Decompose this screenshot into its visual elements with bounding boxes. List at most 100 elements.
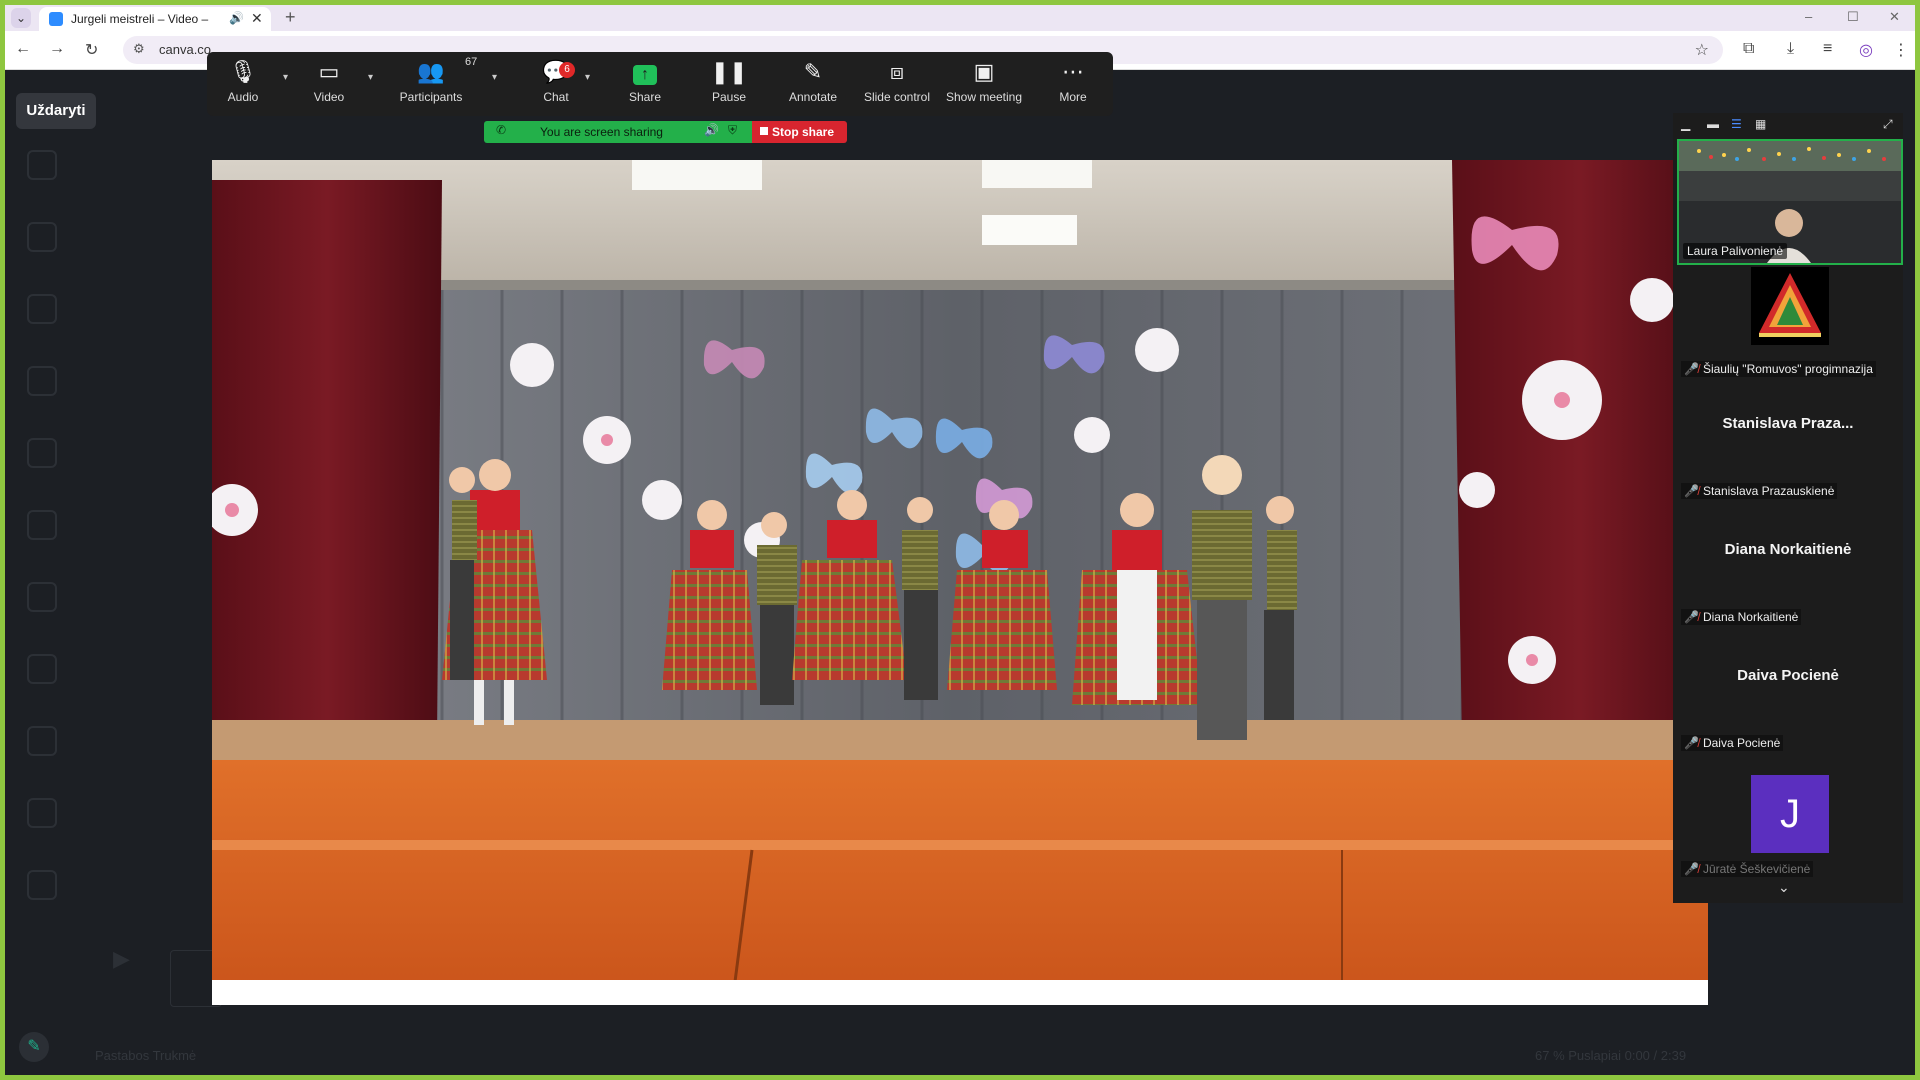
reload-icon[interactable]: ↻ <box>85 40 98 60</box>
video-button[interactable]: ▭ Video <box>289 58 369 110</box>
participants-video-panel: ▁ ▬ ☰ ▦ ⤢ Laura Palivonienė 🎤̸ Šiaulių "… <box>1673 113 1903 903</box>
audio-label: Audio <box>227 90 259 104</box>
security-shield-icon[interactable]: ⛨ <box>728 123 737 138</box>
download-icon[interactable]: ⤓ <box>1787 40 1794 58</box>
audio-icon[interactable] <box>27 870 57 900</box>
video-options-chevron-icon[interactable]: ▾ <box>368 72 373 83</box>
phone-icon: ✆ <box>496 123 507 137</box>
maximize-button[interactable]: ☐ <box>1847 9 1859 25</box>
design-icon[interactable] <box>27 150 57 180</box>
tab-list-chevron-icon[interactable]: ⌄ <box>11 8 31 28</box>
new-tab-button[interactable]: + <box>285 7 296 28</box>
audio-options-chevron-icon[interactable]: ▾ <box>283 72 288 83</box>
participant-avatar: J <box>1751 775 1829 853</box>
participant-name: Laura Palivonienė <box>1683 243 1788 259</box>
share-screen-icon: ↑ <box>633 65 657 85</box>
sharing-status-text: You are screen sharing <box>540 125 663 139</box>
chat-button[interactable]: 💬 Chat <box>516 58 596 110</box>
slide-control-icon: ⧈ <box>890 59 904 84</box>
screen-frame: ⌄ Jurgeli meistreli – Video – ... 🔊 ✕ + … <box>5 5 1915 1075</box>
gallery-view-icon[interactable]: ▦ <box>1755 117 1766 131</box>
shared-video <box>212 160 1708 1005</box>
minimize-button[interactable]: – <box>1805 9 1812 24</box>
pencil-icon: ✎ <box>803 59 823 84</box>
apps-icon[interactable] <box>27 654 57 684</box>
strip-view-icon[interactable]: ☰ <box>1731 117 1742 131</box>
media-control-icon[interactable]: ≡ <box>1823 40 1832 58</box>
chat-options-chevron-icon[interactable]: ▾ <box>585 72 590 83</box>
expand-panel-icon[interactable]: ⤢ <box>1883 117 1893 132</box>
participants-icon: 👥 <box>417 59 445 84</box>
muted-mic-icon: 🎤̸ <box>1684 862 1699 876</box>
participant-name: 🎤̸ Šiaulių "Romuvos" progimnazija <box>1681 361 1876 377</box>
minimize-panel-icon[interactable]: ▁ <box>1681 117 1690 131</box>
zoom-favicon-icon <box>49 12 63 26</box>
elements-icon[interactable] <box>27 222 57 252</box>
close-presentation-button[interactable]: Uždaryti <box>16 93 96 129</box>
more-label: More <box>1059 90 1087 104</box>
participants-button[interactable]: 👥 Participants <box>391 58 471 110</box>
projects-icon[interactable] <box>27 582 57 612</box>
stop-share-button[interactable]: Stop share <box>752 121 847 143</box>
canva-notes-duration[interactable]: Pastabos Trukmė <box>95 1048 196 1063</box>
tab-title: Jurgeli meistreli – Video – ... <box>71 12 211 26</box>
zoom-meeting-toolbar: 🎙 Audio ▾ ▭ Video ▾ 👥 Participants 67 ▾ … <box>207 52 1113 116</box>
profile-avatar-icon[interactable]: ◎ <box>1859 40 1873 60</box>
show-meeting-icon: ▣ <box>973 59 995 84</box>
browser-tab[interactable]: Jurgeli meistreli – Video – ... 🔊 ✕ <box>39 7 271 31</box>
annotate-button[interactable]: ✎ Annotate <box>773 58 853 110</box>
slide-control-label: Slide control <box>863 90 931 104</box>
stop-share-label: Stop share <box>772 125 835 139</box>
scroll-down-chevron-icon[interactable]: ⌄ <box>1778 879 1790 896</box>
participants-options-chevron-icon[interactable]: ▾ <box>492 72 497 83</box>
timeline-play-icon[interactable]: ▶ <box>113 946 130 972</box>
participant-name: 🎤̸ Daiva Pocienė <box>1681 735 1784 751</box>
show-meeting-button[interactable]: ▣ Show meeting <box>944 58 1024 110</box>
participant-display-name: Daiva Pocienė <box>1737 667 1839 684</box>
close-window-button[interactable]: ✕ <box>1889 9 1900 25</box>
site-info-icon[interactable]: ⚙ <box>133 41 145 57</box>
bookmark-star-icon[interactable]: ☆ <box>1695 40 1709 60</box>
forward-arrow-icon[interactable]: → <box>49 40 65 58</box>
text-icon[interactable] <box>27 294 57 324</box>
chat-label: Chat <box>543 90 569 104</box>
participant-tile[interactable]: Stanislava Praza... 🎤̸ Stanislava Prazaus… <box>1677 387 1899 505</box>
draw-icon[interactable] <box>27 510 57 540</box>
brand-icon[interactable] <box>27 366 57 396</box>
share-button[interactable]: ↑ Share <box>605 58 685 110</box>
show-meeting-label: Show meeting <box>945 90 1023 104</box>
back-arrow-icon[interactable]: ← <box>15 40 31 58</box>
participant-name: 🎤̸ Stanislava Prazauskienė <box>1681 483 1838 499</box>
participant-tile[interactable]: Laura Palivonienė <box>1677 139 1903 265</box>
photos-icon[interactable] <box>27 726 57 756</box>
audio-button[interactable]: 🎙 Audio <box>203 58 283 110</box>
tree-logo-icon <box>1759 273 1821 337</box>
slide-control-button[interactable]: ⧈ Slide control <box>857 58 937 110</box>
more-ellipsis-icon: ⋯ <box>1062 59 1084 84</box>
videos-icon[interactable] <box>27 798 57 828</box>
magic-edit-icon[interactable]: ✎ <box>19 1032 49 1062</box>
speaker-view-icon[interactable]: ▬ <box>1707 117 1719 131</box>
participants-label: Participants <box>399 90 463 104</box>
chat-unread-badge: 6 <box>559 62 575 78</box>
participant-tile[interactable]: J 🎤̸ Jūratė Šeškevičienė <box>1677 765 1899 883</box>
participant-tile[interactable]: Diana Norkaitienė 🎤̸ Diana Norkaitienė <box>1677 513 1899 631</box>
speaker-icon[interactable]: 🔊 <box>229 11 244 25</box>
pause-share-button[interactable]: ❚❚ Pause <box>689 58 769 110</box>
participant-name: 🎤̸ Jūratė Šeškevičienė <box>1681 861 1814 877</box>
muted-mic-icon: 🎤̸ <box>1684 484 1699 498</box>
browser-tabbar: ⌄ Jurgeli meistreli – Video – ... 🔊 ✕ + … <box>5 5 1915 31</box>
canva-zoom-pages[interactable]: 67 % Puslapiai 0:00 / 2:39 <box>1535 1048 1686 1063</box>
browser-menu-icon[interactable]: ⋮ <box>1893 40 1909 60</box>
participant-tile[interactable]: 🎤̸ Šiaulių "Romuvos" progimnazija <box>1677 263 1899 383</box>
camera-icon: ▭ <box>318 59 340 84</box>
extensions-icon[interactable]: ⧉ <box>1743 40 1754 58</box>
share-audio-icon[interactable]: 🔊 <box>704 123 719 137</box>
muted-mic-icon: 🎤̸ <box>1684 610 1699 624</box>
participant-tile[interactable]: Daiva Pocienė 🎤̸ Daiva Pocienė <box>1677 639 1899 757</box>
uploads-icon[interactable] <box>27 438 57 468</box>
more-button[interactable]: ⋯ More <box>1033 58 1113 110</box>
tab-close-icon[interactable]: ✕ <box>251 10 263 27</box>
screen-sharing-banner[interactable]: ✆ You are screen sharing 🔊 ⛨ <box>484 121 752 143</box>
video-label: Video <box>313 90 345 104</box>
